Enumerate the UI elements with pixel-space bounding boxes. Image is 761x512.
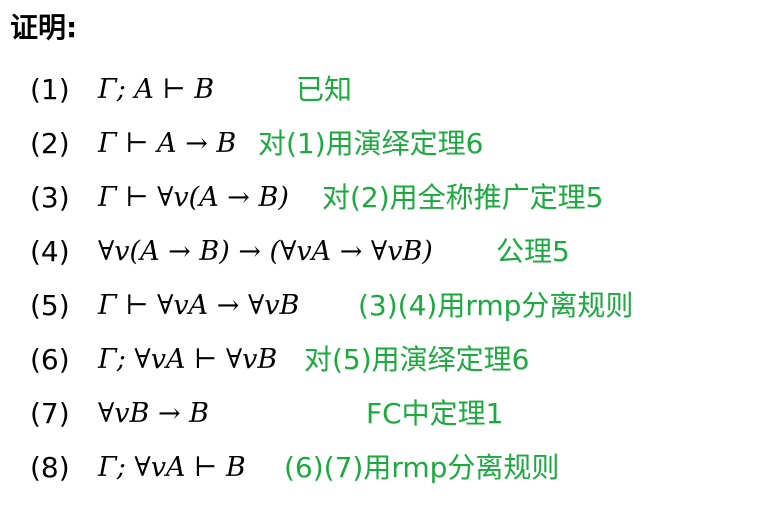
step-number: (3): [30, 181, 70, 214]
step-number: (2): [30, 127, 70, 160]
step-formula: Γ; A ⊢ B: [98, 74, 215, 105]
step-formula: Γ ⊢ A → B: [98, 128, 237, 159]
step-justification: 公理5: [496, 235, 570, 268]
proof-step-7: (7) ∀vB → B FC中定理1: [0, 388, 761, 438]
proof-step-3: (3) Γ ⊢ ∀v(A → B) 对(2)用全称推广定理5: [0, 172, 761, 222]
step-justification: FC中定理1: [366, 397, 504, 430]
step-justification: (6)(7)用rmp分离规则: [284, 451, 560, 484]
step-number: (8): [30, 451, 70, 484]
step-number: (5): [30, 289, 70, 322]
step-justification: 已知: [296, 73, 353, 106]
proof-step-8: (8) Γ; ∀vA ⊢ B (6)(7)用rmp分离规则: [0, 442, 761, 492]
proof-step-1: (1) Γ; A ⊢ B 已知: [0, 64, 761, 114]
step-justification: 对(1)用演绎定理6: [258, 127, 484, 160]
step-formula: ∀v(A → B) → (∀vA → ∀vB): [98, 236, 433, 267]
proof-step-2: (2) Γ ⊢ A → B 对(1)用演绎定理6: [0, 118, 761, 168]
step-number: (1): [30, 73, 70, 106]
step-justification: (3)(4)用rmp分离规则: [358, 289, 634, 322]
step-formula: Γ ⊢ ∀v(A → B): [98, 182, 289, 213]
step-justification: 对(5)用演绎定理6: [304, 343, 530, 376]
step-number: (4): [30, 235, 70, 268]
step-number: (7): [30, 397, 70, 430]
proof-step-6: (6) Γ; ∀vA ⊢ ∀vB 对(5)用演绎定理6: [0, 334, 761, 384]
step-formula: Γ ⊢ ∀vA → ∀vB: [98, 290, 300, 321]
step-formula: Γ; ∀vA ⊢ B: [98, 452, 246, 483]
proof-heading: 证明:: [10, 11, 78, 44]
step-number: (6): [30, 343, 70, 376]
proof-document: 证明: (1) Γ; A ⊢ B 已知 (2) Γ ⊢ A → B 对(1)用演…: [0, 0, 761, 512]
proof-step-4: (4) ∀v(A → B) → (∀vA → ∀vB) 公理5: [0, 226, 761, 276]
step-justification: 对(2)用全称推广定理5: [322, 181, 604, 214]
step-formula: Γ; ∀vA ⊢ ∀vB: [98, 344, 278, 375]
step-formula: ∀vB → B: [98, 398, 210, 429]
proof-step-5: (5) Γ ⊢ ∀vA → ∀vB (3)(4)用rmp分离规则: [0, 280, 761, 330]
